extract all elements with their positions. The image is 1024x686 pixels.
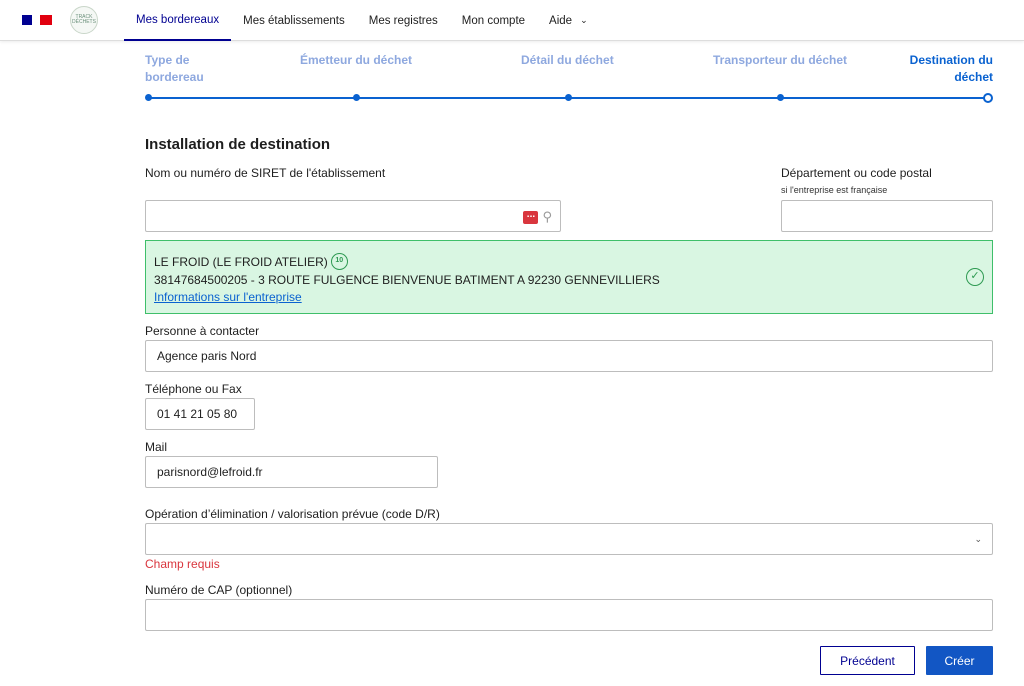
step-dot-current [983,93,993,103]
dept-hint: si l'entreprise est française [781,185,888,195]
mail-value: parisnord@lefroid.fr [157,465,263,479]
dept-input[interactable] [781,200,993,232]
create-button[interactable]: Créer [926,646,993,675]
step-dot-1 [145,94,152,101]
nav-aide[interactable]: Aide ⌄ [537,0,600,41]
selected-company-card[interactable]: LE FROID (LE FROID ATELIER) 10 381476845… [145,240,993,314]
step-transporteur[interactable]: Transporteur du déchet [713,52,847,69]
company-info-link[interactable]: Informations sur l'entreprise [154,290,302,304]
password-manager-icon[interactable]: ... [523,209,539,224]
step-dot-3 [565,94,572,101]
contact-label: Personne à contacter [145,324,260,338]
mail-input[interactable]: parisnord@lefroid.fr [145,456,438,488]
previous-button[interactable]: Précédent [820,646,915,675]
operation-error: Champ requis [145,557,220,571]
phone-label: Téléphone ou Fax [145,382,242,396]
mail-label: Mail [145,440,168,454]
marianne-flag-logo [22,15,52,25]
step-destination[interactable]: Destination du déchet [893,52,993,86]
contact-value: Agence paris Nord [157,349,257,363]
cap-label: Numéro de CAP (optionnel) [145,583,293,597]
siret-search-input[interactable]: ... ⚲ [145,200,561,232]
top-header: TRACK DÉCHETS Mes bordereaux Mes établis… [0,0,1024,41]
main-nav: Mes bordereaux Mes établissements Mes re… [124,0,600,41]
step-dot-4 [777,94,784,101]
step-dot-2 [353,94,360,101]
operation-select[interactable]: ⌄ [145,523,993,555]
phone-value: 01 41 21 05 80 [157,407,238,421]
step-emetteur[interactable]: Émetteur du déchet [300,52,412,69]
section-title: Installation de destination [145,136,331,153]
nav-mon-compte[interactable]: Mon compte [450,0,537,41]
search-icon: ⚲ [542,209,552,224]
nav-mes-registres[interactable]: Mes registres [357,0,450,41]
step-type-bordereau[interactable]: Type de bordereau [145,52,225,86]
trackdechets-logo[interactable]: TRACK DÉCHETS [70,6,98,34]
operation-label: Opération d’élimination / valorisation p… [145,507,440,521]
step-detail[interactable]: Détail du déchet [521,52,614,69]
contact-input[interactable]: Agence paris Nord [145,340,993,372]
company-address: 38147684500205 - 3 ROUTE FULGENCE BIENVE… [154,273,660,287]
cap-input[interactable] [145,599,993,631]
siret-label: Nom ou numéro de SIRET de l'établissemen… [145,166,386,180]
nav-aide-label: Aide [549,14,573,27]
check-circle-icon: ✓ [966,268,984,286]
nav-mes-etablissements[interactable]: Mes établissements [231,0,357,41]
nav-mes-bordereaux[interactable]: Mes bordereaux [124,0,232,41]
company-name: LE FROID (LE FROID ATELIER) [154,254,328,269]
verified-badge-icon: 10 [330,253,348,270]
phone-input[interactable]: 01 41 21 05 80 [145,398,255,430]
company-name-row: LE FROID (LE FROID ATELIER) 10 [154,253,348,270]
chevron-down-icon: ⌄ [974,534,982,544]
dept-label: Département ou code postal [781,166,932,180]
chevron-down-icon: ⌄ [580,15,588,25]
